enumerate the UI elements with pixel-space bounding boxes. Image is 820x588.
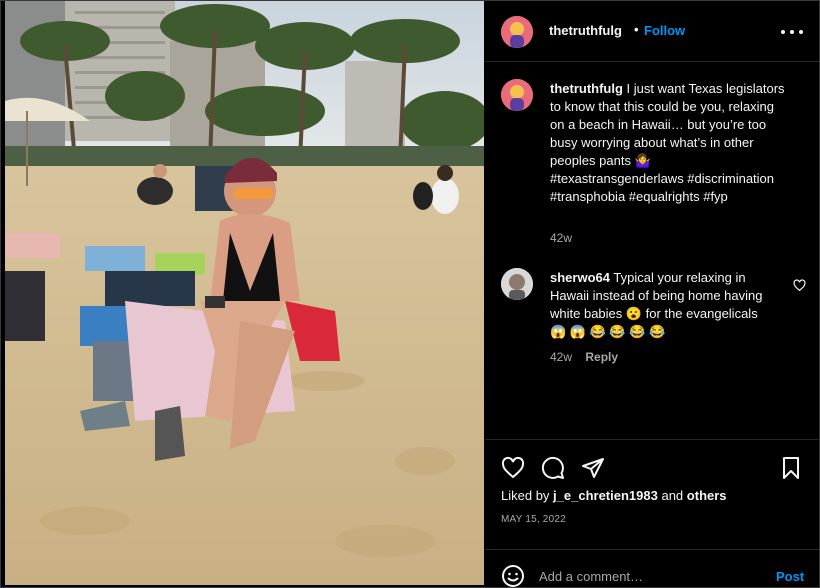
likes-prefix: Liked by: [501, 488, 550, 503]
comment-meta: 42w Reply: [550, 350, 618, 364]
caption-timestamp[interactable]: 42w: [550, 231, 572, 245]
paper-plane-icon[interactable]: [581, 456, 605, 480]
bookmark-icon[interactable]: [779, 456, 803, 480]
post-actions: Liked by j_e_chretien1983 and others MAY…: [485, 439, 819, 549]
more-horizontal-icon[interactable]: [779, 21, 805, 41]
add-comment-input[interactable]: [539, 566, 759, 586]
caption-author-avatar[interactable]: [501, 79, 533, 111]
caption-author[interactable]: thetruthfulg: [550, 81, 623, 96]
likes-user[interactable]: j_e_chretien1983: [553, 488, 658, 503]
heart-icon[interactable]: [501, 456, 525, 480]
post-side-panel: thetruthfulg • Follow thetruthfulg I jus…: [485, 1, 819, 587]
likes-and: and: [661, 488, 684, 503]
likes-others[interactable]: others: [687, 488, 727, 503]
beach-photo-image: [5, 1, 484, 585]
comment-like-heart-icon[interactable]: [793, 279, 806, 292]
comment-item: sherwo64 Typical your relaxing in Hawaii…: [550, 269, 765, 341]
comment-icon[interactable]: [541, 456, 565, 480]
post-date[interactable]: MAY 15, 2022: [501, 514, 566, 525]
post-photo[interactable]: [5, 1, 484, 585]
comments-section[interactable]: thetruthfulg I just want Texas legislato…: [485, 63, 819, 439]
commenter-avatar[interactable]: [501, 268, 533, 300]
comment-timestamp[interactable]: 42w: [550, 350, 572, 364]
avatar-image: [501, 268, 533, 300]
reply-button[interactable]: Reply: [585, 350, 618, 364]
post-header: thetruthfulg • Follow: [485, 1, 819, 62]
avatar-image: [501, 79, 533, 111]
caption-text: I just want Texas legislators to know th…: [550, 81, 785, 204]
add-comment-bar: Post: [485, 549, 819, 587]
post-modal: thetruthfulg • Follow thetruthfulg I jus…: [0, 0, 820, 588]
follow-button[interactable]: Follow: [644, 23, 685, 38]
likes-summary: Liked by j_e_chretien1983 and others: [501, 488, 727, 503]
post-comment-button[interactable]: Post: [776, 569, 804, 584]
author-avatar[interactable]: [501, 16, 533, 48]
separator-dot: •: [634, 22, 639, 37]
smiley-icon[interactable]: [501, 564, 525, 588]
avatar-image: [501, 16, 533, 48]
post-caption: thetruthfulg I just want Texas legislato…: [550, 80, 786, 206]
comment-author[interactable]: sherwo64: [550, 270, 610, 285]
author-username[interactable]: thetruthfulg: [549, 23, 622, 38]
